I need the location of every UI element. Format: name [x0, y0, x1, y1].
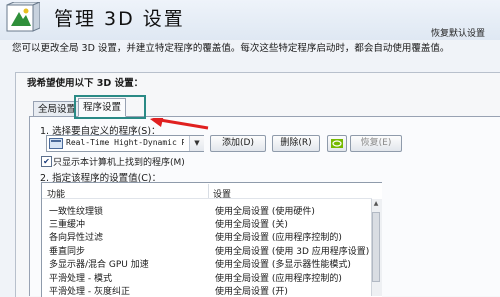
- row-setting: 使用全局设置 (开): [215, 287, 288, 296]
- annotation-highlight-box: [74, 95, 146, 119]
- only-show-found-programs-label: 只显示本计算机上找到的程序(M): [53, 158, 185, 168]
- table-row[interactable]: 一致性纹理锁 使用全局设置 (使用硬件): [42, 203, 372, 217]
- header-divider: [42, 198, 372, 199]
- scrollbar-thumb[interactable]: [372, 212, 380, 282]
- nvidia-button[interactable]: [327, 135, 347, 152]
- 3d-settings-logo-icon: [6, 2, 40, 32]
- table-row[interactable]: 三重缓冲 使用全局设置 (关): [42, 216, 372, 230]
- table-row[interactable]: 多显示器/混合 GPU 加速 使用全局设置 (多显示器性能模式): [42, 256, 372, 270]
- add-button[interactable]: 添加(D): [210, 135, 266, 152]
- page-title: 管理 3D 设置: [54, 8, 185, 30]
- program-app-icon: [49, 138, 63, 149]
- restore-defaults-link[interactable]: 恢复默认设置: [431, 26, 485, 39]
- table-row[interactable]: 垂直同步 使用全局设置 (使用 3D 应用程序设置): [42, 243, 372, 257]
- row-feature: 各向异性过滤: [49, 233, 104, 243]
- column-separator: [208, 184, 209, 198]
- program-select-value: Real-Time Hight-Dynamic Ran: [66, 138, 184, 147]
- table-row[interactable]: 平滑处理 - 灰度纠正 使用全局设置 (开): [42, 283, 372, 296]
- delete-button[interactable]: 删除(R): [272, 135, 320, 152]
- only-show-found-programs-checkbox[interactable]: ✔: [41, 156, 52, 167]
- row-feature: 平滑处理 - 灰度纠正: [49, 287, 130, 296]
- table-row[interactable]: 平滑处理 - 模式 使用全局设置 (应用程序控制的): [42, 270, 372, 284]
- page-description: 您可以更改全局 3D 设置，并建立特定程序的覆盖值。每次这些特定程序启动时，都会…: [12, 43, 450, 54]
- restore-button[interactable]: 恢复(E): [350, 135, 402, 152]
- row-feature: 多显示器/混合 GPU 加速: [49, 260, 149, 270]
- chevron-down-icon[interactable]: ▼: [189, 136, 204, 151]
- scroll-up-arrow-icon[interactable]: ▲: [372, 199, 380, 209]
- row-setting: 使用全局设置 (应用程序控制的): [215, 233, 342, 243]
- table-row[interactable]: 各向异性过滤 使用全局设置 (应用程序控制的): [42, 229, 372, 243]
- nvidia-logo-icon: [331, 139, 343, 148]
- row-setting: 使用全局设置 (多显示器性能模式): [215, 260, 351, 270]
- panel-title: 我希望使用以下 3D 设置：: [27, 78, 144, 89]
